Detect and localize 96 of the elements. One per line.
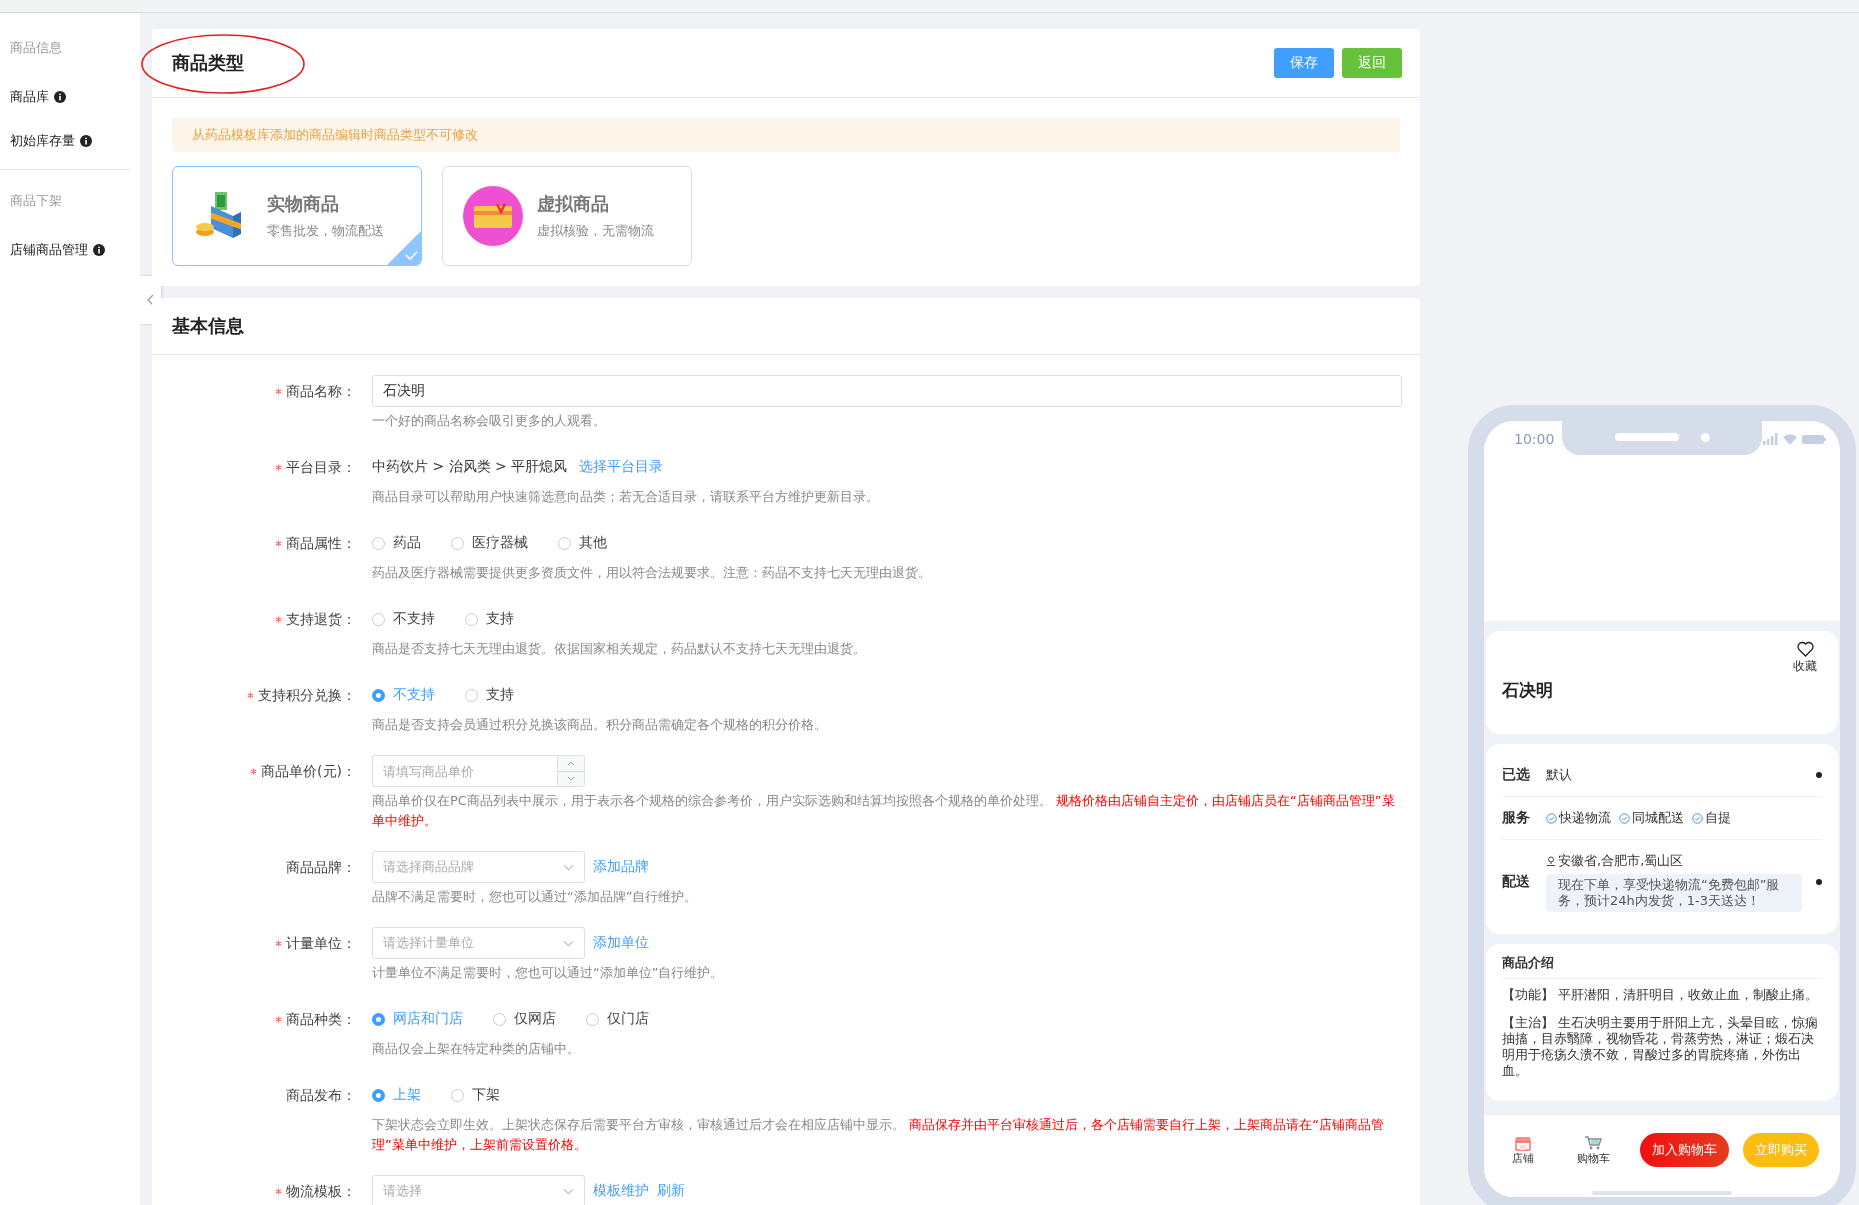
add-to-cart-button[interactable]: 加入购物车 bbox=[1640, 1133, 1729, 1167]
radio-option[interactable]: 支持 bbox=[465, 610, 514, 628]
name-field[interactable]: 石决明 bbox=[372, 375, 1402, 407]
caret-icon bbox=[563, 1187, 574, 1195]
sidebar-item[interactable]: 初始库存量 bbox=[10, 132, 75, 150]
location-pin-icon bbox=[1546, 855, 1556, 867]
help-text: 品牌不满足需要时，您也可以通过“添加品牌”自行维护。 bbox=[372, 888, 699, 906]
favorite-button[interactable]: 收藏 bbox=[1788, 641, 1822, 675]
row-label: 服务 bbox=[1502, 809, 1531, 827]
action-link[interactable]: 添加单位 bbox=[593, 934, 649, 952]
battery-icon bbox=[1802, 433, 1826, 445]
stepper[interactable] bbox=[557, 755, 585, 787]
check-circle-icon bbox=[1692, 812, 1703, 824]
field-label: 商品属性： bbox=[286, 534, 356, 553]
status-time: 10:00 bbox=[1514, 431, 1555, 447]
category-path: 中药饮片 > 治风类 > 平肝熄风 bbox=[372, 458, 568, 476]
action-link[interactable]: 模板维护 bbox=[593, 1182, 649, 1200]
select-field[interactable]: 请选择商品品牌 bbox=[372, 851, 585, 883]
service-tag: 快递物流 bbox=[1559, 809, 1611, 827]
help-text: 一个好的商品名称会吸引更多的人观看。 bbox=[372, 412, 607, 430]
product-name: 石决明 bbox=[1502, 679, 1554, 702]
row-label: 已选 bbox=[1502, 766, 1531, 784]
field-label: 商品名称： bbox=[286, 382, 356, 401]
field-label: 支持积分兑换： bbox=[258, 686, 356, 705]
check-circle-icon bbox=[1619, 812, 1630, 824]
radio-option[interactable]: 不支持 bbox=[372, 686, 435, 704]
save-button[interactable]: 保存 bbox=[1274, 48, 1334, 78]
select-field[interactable]: 请选择计量单位 bbox=[372, 927, 585, 959]
radio-option[interactable]: 不支持 bbox=[372, 610, 435, 628]
caret-icon bbox=[563, 939, 574, 947]
type-option-card[interactable]: 虚拟商品 虚拟核验，无需物流 bbox=[442, 166, 692, 266]
radio-option[interactable]: 下架 bbox=[451, 1086, 500, 1104]
field-label: 商品种类： bbox=[286, 1010, 356, 1029]
increment-button[interactable] bbox=[558, 756, 584, 771]
selected-check-icon bbox=[387, 231, 421, 265]
help-text: 商品目录可以帮助用户快速筛选意向品类；若无合适目录，请联系平台方维护更新目录。 bbox=[372, 488, 880, 506]
cart-icon bbox=[1584, 1134, 1602, 1151]
type-option-card[interactable]: 实物商品 零售批发，物流配送 bbox=[172, 166, 422, 266]
action-link[interactable]: 添加品牌 bbox=[593, 858, 649, 876]
wifi-icon bbox=[1783, 433, 1797, 445]
gift-card-icon bbox=[463, 186, 523, 246]
field-label: 物流模板： bbox=[286, 1182, 356, 1201]
help-text: 商品单价仅在PC商品列表中展示，用于表示各个规格的综合参考价，用户实际选购和结算均按照各个规格的单价处理。 规格价格由店铺自主定价，由店铺店员在“店铺商品管理”菜单中维护。 bbox=[372, 792, 1396, 830]
field-label: 平台目录： bbox=[286, 458, 356, 477]
action-link[interactable]: 刷新 bbox=[657, 1182, 685, 1200]
intro-paragraph: 【功能】 平肝潜阳，清肝明目，收敛止血，制酸止痛。 bbox=[1502, 987, 1820, 1003]
field-label: 商品品牌： bbox=[286, 858, 356, 877]
signal-icon bbox=[1763, 433, 1778, 445]
speaker-slot bbox=[1614, 433, 1679, 441]
more-dot-icon bbox=[1816, 772, 1822, 778]
select-link[interactable]: 选择平台目录 bbox=[579, 458, 664, 476]
help-text: 下架状态会立即生效。上架状态保存后需要平台方审核，审核通过后才会在相应店铺中显示。 商品保存并由平台审核通过后，各个店铺需要自行上架，上架商品请在“店铺商品管理”菜单中维护，上架前需设置价格。 bbox=[372, 1116, 1385, 1154]
help-text: 商品仅会上架在特定种类的店铺中。 bbox=[372, 1040, 581, 1058]
radio-option[interactable]: 医疗器械 bbox=[451, 534, 528, 552]
help-text: 商品是否支持七天无理由退货。依据国家相关规定，药品默认不支持七天无理由退货。 bbox=[372, 640, 867, 658]
intro-title: 商品介绍 bbox=[1502, 954, 1822, 979]
up-caret-icon bbox=[567, 760, 575, 766]
down-caret-icon bbox=[567, 776, 575, 782]
radio-option[interactable]: 上架 bbox=[372, 1086, 421, 1104]
field-label: 计量单位： bbox=[286, 934, 356, 953]
section-title: 商品类型 bbox=[172, 51, 244, 75]
help-text: 商品是否支持会员通过积分兑换该商品。积分商品需确定各个规格的积分价格。 bbox=[372, 716, 828, 734]
notice-bar: 从药品模板库添加的商品编辑时商品类型不可修改 bbox=[172, 118, 1400, 152]
help-text: 计量单位不满足需要时，您也可以通过“添加单位”自行维护。 bbox=[372, 964, 725, 982]
sidebar-group-title: 商品下架 bbox=[10, 192, 63, 210]
radio-option[interactable]: 药品 bbox=[372, 534, 421, 552]
spec-value: 默认 bbox=[1546, 766, 1572, 784]
field-label: 支持退货： bbox=[286, 610, 356, 629]
more-dot-icon bbox=[1816, 879, 1822, 885]
address-text: 安徽省,合肥市,蜀山区 bbox=[1558, 852, 1684, 870]
radio-option[interactable]: 仅门店 bbox=[586, 1010, 649, 1028]
field-label: 商品单价(元)： bbox=[261, 762, 356, 781]
service-tag: 自提 bbox=[1705, 809, 1731, 827]
intro-paragraph: 【主治】 生石决明主要用于肝阳上亢，头晕目眩，惊痫抽搐，目赤翳障，视物昏花，骨蒸劳热，淋证；煅石决明用于疮疡久溃不敛，胃酸过多的胃脘疼痛，外伤出血。 bbox=[1502, 1015, 1820, 1079]
delivery-note: 现在下单，享受快递物流“免费包邮”服务，预计24h内发货，1-3天送达！ bbox=[1546, 874, 1802, 912]
row-label: 配送 bbox=[1502, 873, 1531, 891]
sidebar-item[interactable]: 商品库 bbox=[10, 88, 49, 106]
sidebar-group-title: 商品信息 bbox=[10, 39, 63, 57]
radio-option[interactable]: 其他 bbox=[558, 534, 607, 552]
sidebar-item[interactable]: 店铺商品管理 bbox=[10, 241, 88, 259]
service-tag: 同城配送 bbox=[1632, 809, 1684, 827]
field-label: 商品发布： bbox=[286, 1086, 356, 1105]
help-text: 药品及医疗器械需要提供更多资质文件，用以符合法规要求。注意：药品不支持七天无理由退货。 bbox=[372, 564, 932, 582]
radio-option[interactable]: 仅网店 bbox=[493, 1010, 556, 1028]
store-icon bbox=[1514, 1134, 1532, 1151]
radio-option[interactable]: 网店和门店 bbox=[372, 1010, 463, 1028]
store-tab[interactable]: 店铺 bbox=[1490, 1134, 1556, 1166]
cart-tab[interactable]: 购物车 bbox=[1560, 1134, 1626, 1166]
caret-icon bbox=[563, 863, 574, 871]
section-title: 基本信息 bbox=[172, 314, 244, 338]
check-circle-icon bbox=[1546, 812, 1557, 824]
select-field[interactable]: 请选择 bbox=[372, 1175, 585, 1205]
price-field[interactable]: 请填写商品单价 bbox=[372, 755, 557, 787]
camera-dot bbox=[1700, 432, 1710, 442]
heart-icon bbox=[1796, 641, 1814, 657]
radio-option[interactable]: 支持 bbox=[465, 686, 514, 704]
